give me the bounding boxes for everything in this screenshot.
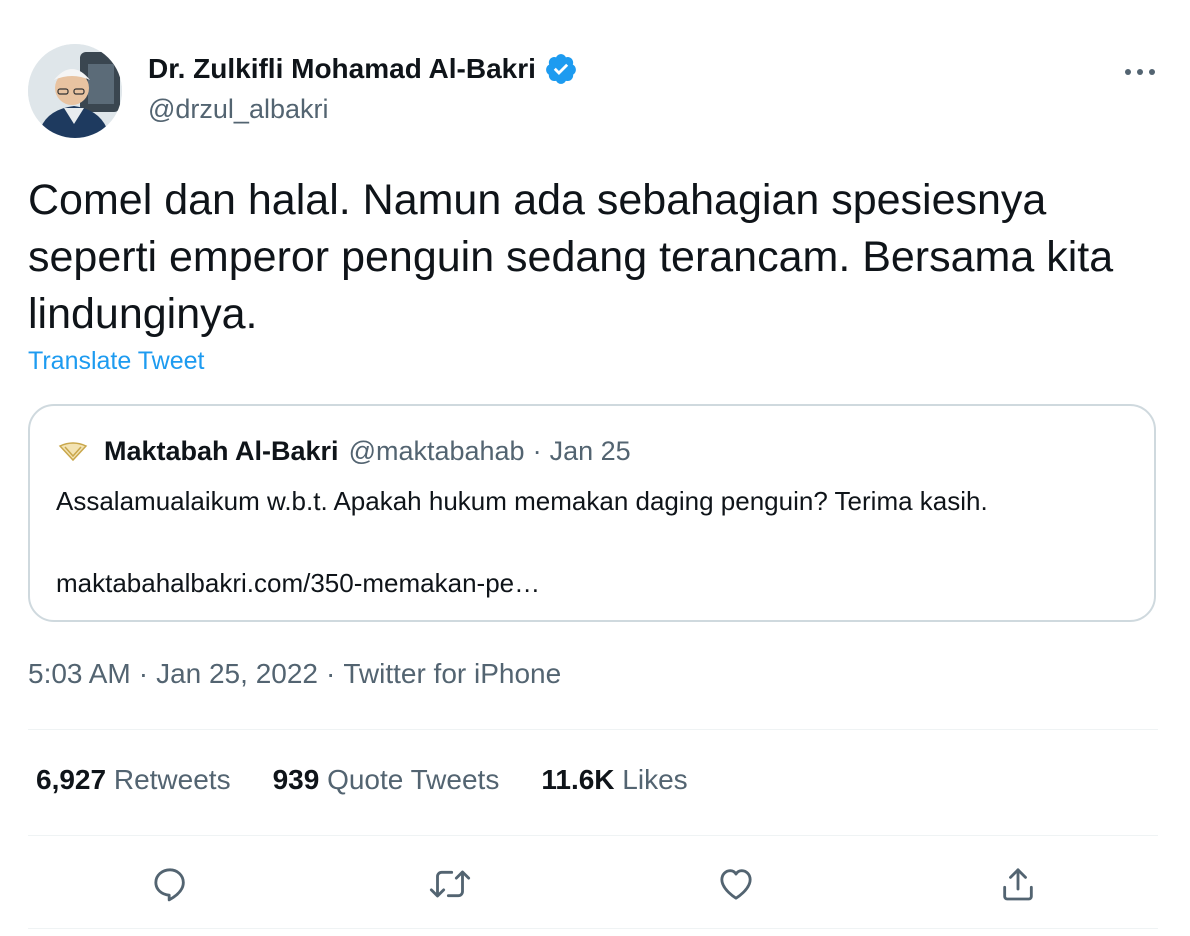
tweet-time[interactable]: 5:03 AM [28,658,131,689]
translate-tweet-link[interactable]: Translate Tweet [28,347,204,376]
likes-count: 11.6K [541,764,615,795]
quote-tweets-label: Quote Tweets [327,764,500,795]
quoted-tweet-text: Assalamualaikum w.b.t. Apakah hukum mema… [56,486,988,516]
quoted-tweet-link[interactable]: maktabahalbakri.com/350-memakan-pe… [56,568,540,599]
share-icon [1003,868,1033,901]
retweets-count: 6,927 [36,764,107,795]
quoted-tweet-header: Maktabah Al-Bakri @maktabahab · Jan 25 [56,434,631,468]
divider [28,729,1158,730]
quoted-date[interactable]: Jan 25 [550,436,631,467]
quote-tweets-count: 939 [272,764,320,795]
quoted-separator: · [532,435,542,466]
author-name[interactable]: Dr. Zulkifli Mohamad Al-Bakri [148,53,536,85]
reply-icon [154,868,185,902]
like-button[interactable] [708,856,764,912]
meta-separator: · [138,658,149,689]
tweet-source[interactable]: Twitter for iPhone [343,658,561,689]
retweet-button[interactable] [422,856,478,912]
quote-tweets-stat[interactable]: 939 Quote Tweets [273,764,500,796]
reply-button[interactable] [142,856,198,912]
retweets-stat[interactable]: 6,927 Retweets [36,764,231,796]
retweet-icon [429,870,471,898]
author-avatar[interactable] [28,44,122,138]
tweet-stats: 6,927 Retweets 939 Quote Tweets 11.6K Li… [36,764,730,796]
retweets-label: Retweets [113,764,231,795]
tweet-date[interactable]: Jan 25, 2022 [156,658,318,689]
share-button[interactable] [990,856,1046,912]
more-icon[interactable] [1116,58,1164,86]
action-bar [0,856,1190,912]
quoted-author-handle[interactable]: @maktabahab [349,436,525,467]
heart-icon [720,869,752,900]
divider [28,928,1158,929]
tweet-meta: 5:03 AM · Jan 25, 2022 · Twitter for iPhone [28,658,561,690]
author-name-row[interactable]: Dr. Zulkifli Mohamad Al-Bakri [148,52,578,86]
tweet-text: Comel dan halal. Namun ada sebahagian sp… [28,176,1114,338]
avatar-image [28,44,122,138]
likes-label: Likes [622,764,688,795]
author-handle[interactable]: @drzul_albakri [148,94,328,125]
divider [28,835,1158,836]
meta-separator: · [325,658,336,689]
quoted-author-name[interactable]: Maktabah Al-Bakri [104,436,339,467]
verified-badge-icon [544,52,578,86]
quoted-author-avatar-icon[interactable] [56,434,90,468]
likes-stat[interactable]: 11.6K Likes [541,764,687,796]
quoted-tweet[interactable]: Maktabah Al-Bakri @maktabahab · Jan 25 A… [28,404,1156,622]
